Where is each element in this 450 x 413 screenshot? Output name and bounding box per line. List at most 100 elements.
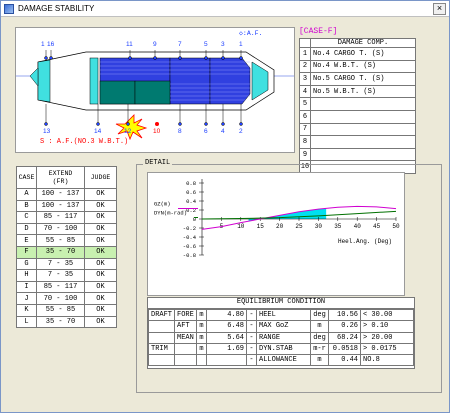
equilibrium-row: - ALLOWANCE m 0.44 NO.8 <box>147 354 414 367</box>
judge-cell: OK <box>84 280 117 294</box>
extend-cell: 55 - 85 <box>36 234 85 247</box>
damage-comp-row[interactable]: 6 <box>299 109 416 124</box>
damage-comp-row[interactable]: 4 No.5 W.B.T. (S) <box>299 84 416 99</box>
equilibrium-cell <box>147 331 176 344</box>
equilibrium-cell: m <box>196 342 208 356</box>
damage-comp-row[interactable]: 7 <box>299 122 416 137</box>
top-label: 7 <box>178 41 182 48</box>
case-row[interactable]: H7 - 35 OK <box>16 269 117 282</box>
damage-comp-row[interactable]: 1 No.4 CARGO T. (S) <box>299 47 416 61</box>
x-tick-label: 25 <box>295 223 303 230</box>
judge-cell: OK <box>84 315 117 329</box>
judge-cell: OK <box>84 188 117 201</box>
damage-comp-cell <box>310 135 416 149</box>
equilibrium-cell: 68.24 <box>328 331 362 344</box>
equilibrium-cell: FORE <box>174 308 198 322</box>
case-id-cell: D <box>16 222 37 236</box>
case-row[interactable]: E 55 - 85 OK <box>16 234 117 247</box>
case-id-cell: G <box>16 257 37 271</box>
damage-comp-header: DAMAGE COMP. <box>310 38 416 48</box>
damage-comp-row[interactable]: 8 <box>299 135 416 149</box>
damage-comp-row[interactable]: 9 <box>299 147 416 162</box>
equilibrium-cell: - <box>246 331 258 344</box>
rudder <box>29 67 39 87</box>
damage-comp-row[interactable]: 3 No.5 CARGO T. (S) <box>299 72 416 86</box>
case-row[interactable]: D 70 - 100 OK <box>16 222 117 236</box>
damage-comp-cell <box>310 97 416 111</box>
case-row[interactable]: A 100 - 137 OK <box>16 188 117 201</box>
damage-comp-row[interactable]: 2 No.4 W.B.T. (S) <box>299 59 416 74</box>
damage-caption: S : A.F.(NO.3 W.B.T.) <box>40 138 129 146</box>
close-button[interactable]: × <box>433 2 446 15</box>
equilibrium-cell <box>174 354 198 367</box>
equilibrium-cell: > 0.0175 <box>360 342 414 356</box>
title-bar: DAMAGE STABILITY × <box>1 1 449 17</box>
extend-cell: 7 - 35 <box>36 269 85 282</box>
x-tick-label: 40 <box>354 223 362 230</box>
bottom-label: 12 <box>124 128 132 135</box>
bottom-label: 6 <box>204 128 208 135</box>
extend-cell: 70 - 100 <box>36 292 85 305</box>
case-row[interactable]: B 100 - 137 OK <box>16 199 117 213</box>
case-title: [CASE-F] <box>299 27 338 36</box>
y-tick-label: -0.2 <box>183 225 196 232</box>
damage-comp-number: 2 <box>299 59 311 74</box>
equilibrium-cell: 1.69 <box>206 342 248 356</box>
case-id-cell: I <box>16 280 37 294</box>
x-tick-label: 35 <box>334 223 342 230</box>
y-tick-label: 0.6 <box>186 189 196 196</box>
equilibrium-cell: 10.56 <box>328 308 362 322</box>
damage-comp-number: 3 <box>299 72 311 86</box>
bottom-label: 13 <box>43 128 51 135</box>
app-icon <box>4 3 14 14</box>
case-row[interactable]: J 70 - 100 OK <box>16 292 117 305</box>
legend-label: DYN(m-rad) <box>154 210 187 217</box>
case-id-cell: B <box>16 199 37 213</box>
case-row[interactable]: G7 - 35 OK <box>16 257 117 271</box>
case-row[interactable]: C 85 - 117 OK <box>16 211 117 224</box>
case-row[interactable]: F 35 - 70 OK <box>16 245 117 259</box>
x-tick-label: 15 <box>257 223 265 230</box>
extend-cell: 85 - 117 <box>36 211 85 224</box>
judge-cell: OK <box>84 257 117 271</box>
equilibrium-table: DRAFT FORE m 4.80- HEEL deg 10.56 < 30.00 AFT m 6.… <box>147 308 414 367</box>
ship-plan-panel: 1 16 11 9 7 5 3 1 ◇:A.F. 13 14 12 10 8 6… <box>15 27 295 153</box>
damage-comp-number: 1 <box>299 47 311 61</box>
damage-stability-window: DAMAGE STABILITY × 1 16 11 9 7 5 3 1 ◇:A… <box>0 0 450 413</box>
damage-comp-cell <box>310 147 416 162</box>
extend-cell: 35 - 70 <box>36 245 85 259</box>
x-tick-label: 45 <box>373 223 381 230</box>
equilibrium-title: EQUILIBRIUM CONDITION <box>148 298 414 309</box>
case-row[interactable]: I 85 - 117 OK <box>16 280 117 294</box>
equilibrium-cell: m <box>310 354 330 367</box>
top-label: 1 <box>41 41 45 48</box>
equilibrium-cell: 4.80 <box>206 308 248 322</box>
damage-comp-cell: No.5 CARGO T. (S) <box>310 72 416 86</box>
case-row[interactable]: K 55 - 85 OK <box>16 303 117 317</box>
damaged-tank-marker <box>155 122 159 126</box>
damage-comp-cell: No.5 W.B.T. (S) <box>310 84 416 99</box>
equilibrium-cell: > 0.10 <box>360 320 414 333</box>
equilibrium-cell: 0.26 <box>328 320 362 333</box>
aft-peak-label: ◇:A.F. <box>239 30 263 37</box>
extend-column-header: EXTEND (FR) <box>36 166 85 189</box>
bottom-label: 14 <box>94 128 102 135</box>
equilibrium-cell: 5.64 <box>206 331 248 344</box>
top-label: 9 <box>153 41 157 48</box>
equilibrium-panel: EQUILIBRIUM CONDITION DRAFT FORE m 4.80- HEE… <box>147 297 415 369</box>
equilibrium-cell <box>147 320 176 333</box>
equilibrium-cell: RANGE <box>256 331 312 344</box>
damage-comp-row[interactable]: 5 <box>299 97 416 111</box>
extend-cell: 85 - 117 <box>36 280 85 294</box>
extend-cell: 100 - 137 <box>36 199 85 213</box>
damage-marker-icon <box>115 114 148 141</box>
gz-chart-panel: 0.8 0.6 0.4 0.2 0 -0.2 -0.4 -0.6 -0.8 5 10 15 20 25 30… <box>147 172 405 296</box>
bottom-label: 4 <box>221 128 225 135</box>
equilibrium-cell: 0.44 <box>328 354 362 367</box>
y-tick-label: 0.8 <box>186 180 196 187</box>
judge-cell: OK <box>84 222 117 236</box>
case-row[interactable]: L 35 - 70 OK <box>16 315 117 329</box>
window-title: DAMAGE STABILITY <box>18 4 95 13</box>
damage-comp-number: 4 <box>299 84 311 99</box>
damage-comp-cell <box>310 109 416 124</box>
